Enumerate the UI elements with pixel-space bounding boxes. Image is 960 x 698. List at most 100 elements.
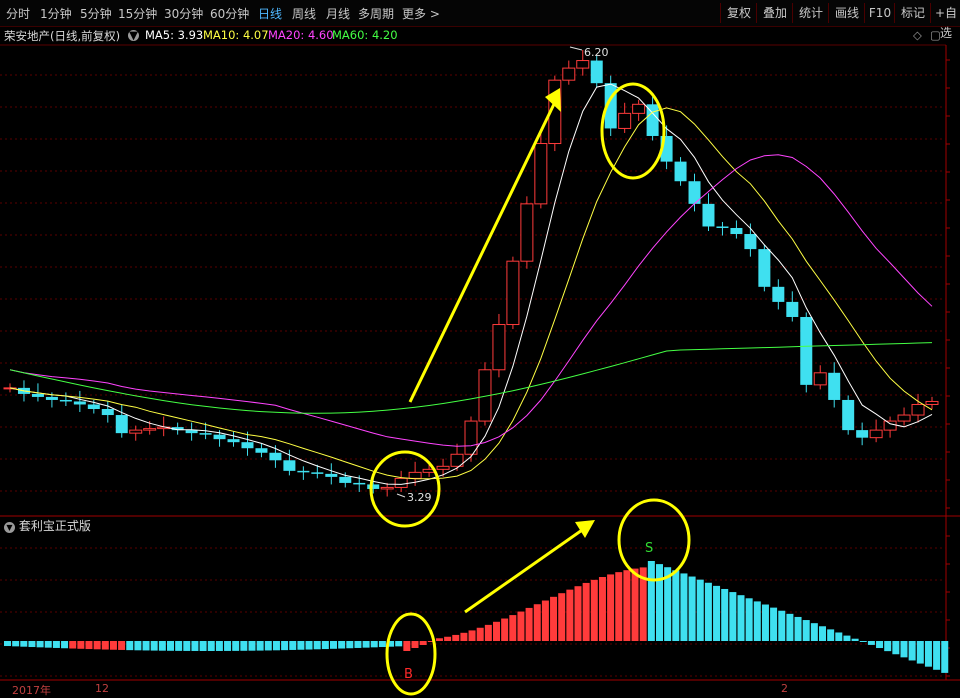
histogram-bar bbox=[550, 596, 558, 641]
histogram-bar bbox=[346, 641, 354, 649]
tab-period-10[interactable]: 更多 > bbox=[402, 5, 440, 22]
histogram-bar bbox=[370, 641, 378, 648]
histogram-bar bbox=[493, 621, 500, 641]
histogram-bar bbox=[786, 613, 794, 641]
ma60-line bbox=[9, 342, 933, 414]
grid-lines bbox=[0, 44, 960, 681]
tab-period-0[interactable]: 分时 bbox=[6, 5, 30, 22]
high-pointer bbox=[569, 46, 583, 51]
candle bbox=[674, 157, 687, 186]
candle-body bbox=[772, 286, 785, 302]
candle-body bbox=[702, 203, 715, 227]
candle-body bbox=[101, 409, 114, 416]
candle bbox=[883, 416, 897, 438]
histogram-bar bbox=[411, 641, 419, 648]
candle-body bbox=[87, 404, 100, 410]
histogram-bar bbox=[248, 641, 256, 651]
histogram-bar bbox=[566, 589, 574, 641]
histogram-bar bbox=[191, 641, 199, 651]
histogram-bar bbox=[52, 641, 60, 648]
toolbar-button-3[interactable]: 画线 bbox=[828, 3, 865, 23]
candle-body bbox=[590, 60, 603, 84]
candle bbox=[772, 279, 785, 310]
histogram-bar bbox=[289, 641, 297, 650]
candle-body bbox=[325, 473, 338, 477]
histogram-bar bbox=[876, 641, 884, 649]
candle bbox=[813, 365, 827, 390]
histogram-bar bbox=[704, 582, 712, 641]
candle-body bbox=[241, 442, 254, 449]
candle-body bbox=[716, 226, 729, 228]
candle-body bbox=[408, 471, 422, 479]
histogram-bar bbox=[745, 598, 753, 641]
candle bbox=[297, 466, 310, 480]
tab-period-4[interactable]: 30分钟 bbox=[164, 5, 203, 22]
toolbar-button-5[interactable]: 标记 bbox=[894, 3, 931, 23]
tab-period-5[interactable]: 60分钟 bbox=[210, 5, 249, 22]
candle-body bbox=[129, 429, 143, 434]
histogram-bar bbox=[647, 561, 655, 641]
histogram-bar bbox=[533, 604, 541, 641]
candle-body bbox=[45, 396, 58, 400]
collapse-icon[interactable]: ▼ bbox=[4, 522, 15, 533]
candle-body bbox=[562, 67, 576, 81]
tab-period-2[interactable]: 5分钟 bbox=[80, 5, 112, 22]
candle-body bbox=[464, 420, 478, 455]
tab-period-1[interactable]: 1分钟 bbox=[40, 5, 72, 22]
candle bbox=[339, 472, 352, 488]
candle-body bbox=[31, 393, 44, 397]
candle-body bbox=[758, 249, 771, 287]
histogram-bar bbox=[158, 641, 166, 651]
toolbar-button-1[interactable]: 叠加 bbox=[756, 3, 793, 23]
candle bbox=[478, 362, 492, 426]
histogram-bar bbox=[199, 641, 207, 651]
candle-body bbox=[674, 161, 687, 182]
histogram-bar bbox=[574, 586, 582, 641]
chart-canvas[interactable]: 6.20 3.29 B S bbox=[0, 0, 960, 698]
histogram-bar bbox=[517, 611, 525, 641]
histogram-bar bbox=[20, 641, 28, 647]
candle-body bbox=[436, 465, 450, 470]
histogram-bar bbox=[36, 641, 44, 648]
histogram-bar bbox=[761, 604, 769, 641]
diamond-icon[interactable]: ◇ bbox=[913, 28, 922, 42]
candle-body bbox=[925, 400, 939, 405]
histogram-bar bbox=[150, 641, 158, 651]
candle-body bbox=[143, 428, 157, 431]
toolbar-button-2[interactable]: 统计 bbox=[792, 3, 829, 23]
toolbar-button-4[interactable]: F10 bbox=[864, 3, 895, 23]
tab-period-9[interactable]: 多周期 bbox=[358, 5, 394, 22]
histogram-bar bbox=[770, 607, 778, 641]
window-icon[interactable]: ▢ bbox=[930, 28, 941, 42]
tab-period-8[interactable]: 月线 bbox=[326, 5, 350, 22]
histogram-bar bbox=[810, 623, 818, 641]
candle-body bbox=[283, 460, 296, 471]
candle-body bbox=[786, 301, 799, 317]
tab-period-6[interactable]: 日线 bbox=[258, 5, 282, 22]
candle bbox=[520, 196, 534, 269]
candle-body bbox=[185, 430, 198, 434]
tab-period-7[interactable]: 周线 bbox=[292, 5, 316, 22]
histogram-bar bbox=[941, 641, 949, 673]
histogram-bar bbox=[827, 629, 835, 641]
ma60-label: MA60: 4.20 bbox=[332, 28, 398, 42]
histogram-bar bbox=[232, 641, 240, 651]
histogram-bar bbox=[77, 641, 85, 649]
candle bbox=[702, 193, 715, 232]
toolbar-button-0[interactable]: 复权 bbox=[720, 3, 757, 23]
histogram-bar bbox=[908, 641, 916, 661]
candle-body bbox=[576, 60, 590, 69]
candle bbox=[842, 395, 855, 435]
candle-body bbox=[506, 260, 520, 326]
ma20-label: MA20: 4.60 bbox=[268, 28, 334, 42]
histogram-bar bbox=[794, 616, 802, 641]
toolbar-button-6[interactable]: +自选 bbox=[930, 3, 960, 40]
histogram-bar bbox=[892, 641, 900, 655]
histogram-bar bbox=[802, 620, 810, 641]
candle-body bbox=[394, 477, 408, 488]
candle bbox=[828, 362, 841, 408]
histogram-bar bbox=[729, 592, 737, 641]
histogram-bar bbox=[272, 641, 280, 651]
histogram-bar bbox=[395, 641, 403, 647]
tab-period-3[interactable]: 15分钟 bbox=[118, 5, 157, 22]
